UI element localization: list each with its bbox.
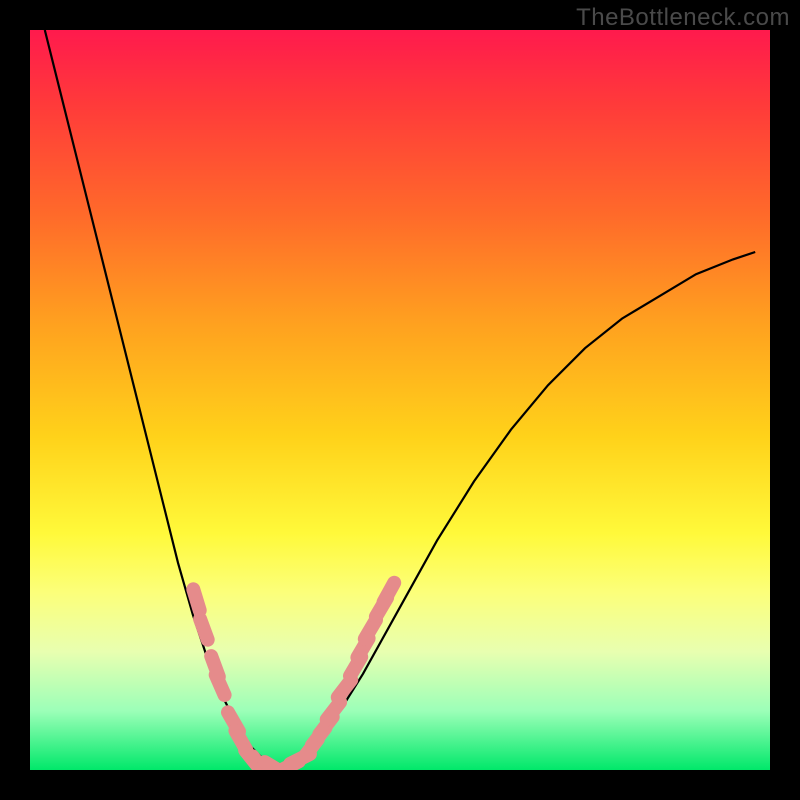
marker-point — [200, 619, 208, 640]
marker-point — [384, 583, 395, 602]
watermark-text: TheBottleneck.com — [576, 4, 790, 32]
chart-svg — [30, 30, 770, 770]
marker-group — [193, 583, 394, 770]
plot-area — [30, 30, 770, 770]
chart-frame: TheBottleneck.com — [0, 0, 800, 800]
bottleneck-curve — [45, 30, 755, 770]
marker-point — [193, 589, 199, 610]
marker-point — [216, 675, 225, 695]
